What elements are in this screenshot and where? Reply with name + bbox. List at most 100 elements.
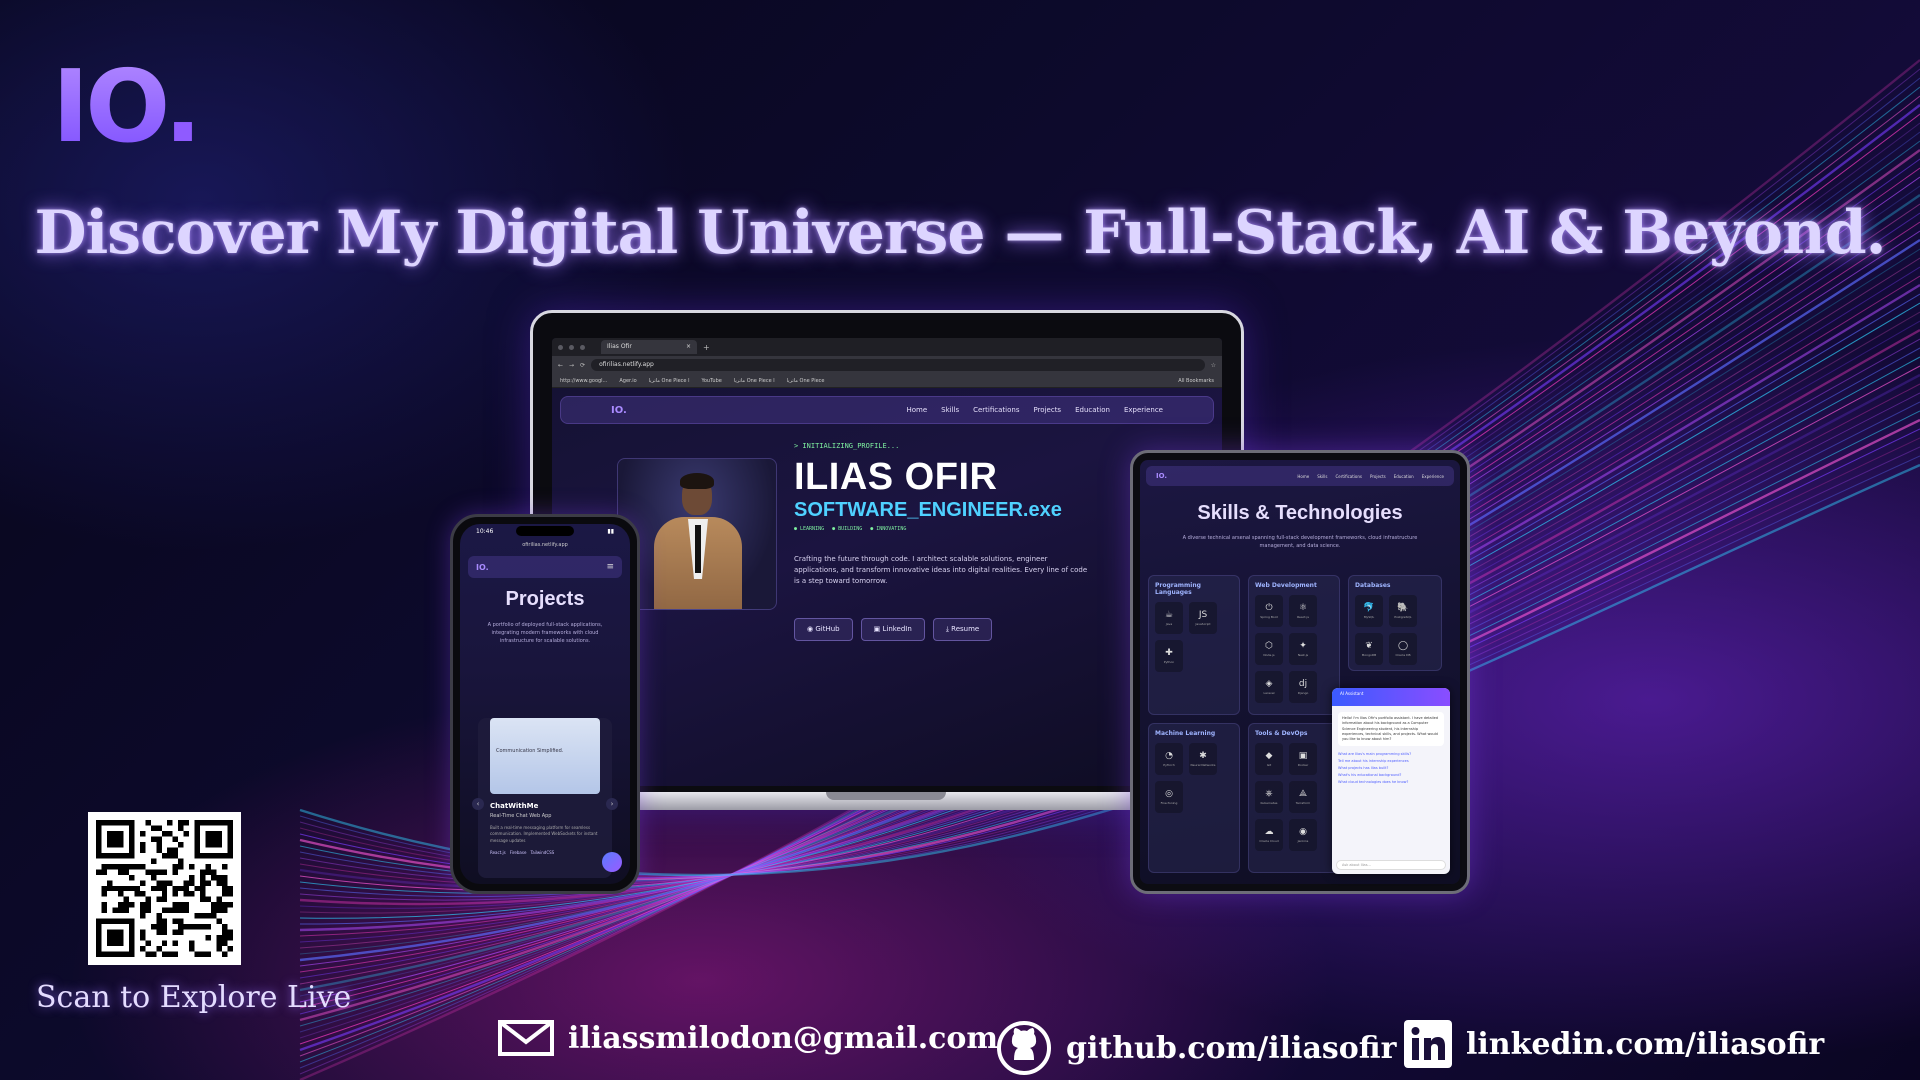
nav-skills[interactable]: Skills — [941, 406, 959, 414]
nav-education[interactable]: Education — [1075, 406, 1110, 414]
battery-icon: ▮▮ — [607, 528, 614, 535]
nav-certifications[interactable]: Certifications — [973, 406, 1019, 414]
skill-icon: ◆ Git — [1255, 743, 1283, 776]
skill-icon: ☁ Oracle Cloud — [1255, 819, 1283, 852]
browser-address-bar: ← → ⟳ ofirilias.netlify.app ☆ — [552, 356, 1222, 374]
qr-label: Scan to Explore Live — [36, 980, 352, 1015]
skill-card-web: Web Development ⏻ Spring Boot ⚛ React.js ⬡ No… — [1248, 575, 1340, 715]
skill-icon: JS JavaScript — [1189, 602, 1217, 635]
skill-card-databases: Databases 🐬 MySQL 🐘 PostgreSQL ❦ MongoDB ◯ Orac… — [1348, 575, 1442, 671]
site-logo[interactable]: IO. — [1156, 472, 1167, 480]
skill-icon: ✱ Neural Networks — [1189, 743, 1217, 776]
site-logo[interactable]: IO. — [476, 563, 489, 572]
phone-notch — [516, 526, 574, 536]
skills-title: Skills & Technologies — [1197, 502, 1403, 524]
reload-icon[interactable]: ⟳ — [580, 362, 585, 369]
bookmark-item[interactable]: Ager.io — [619, 378, 636, 384]
nav-skills[interactable]: Skills — [1317, 474, 1327, 479]
headline: Discover My Digital Universe — Full-Stac… — [34, 198, 1886, 268]
chevron-right-icon[interactable]: › — [606, 798, 618, 810]
projects-subtitle: A portfolio of deployed full-stack appli… — [487, 622, 603, 644]
skill-icon: ⏻ Spring Boot — [1255, 595, 1283, 628]
chevron-left-icon[interactable]: ‹ — [472, 798, 484, 810]
ai-chat-widget[interactable]: AI Assistant Hello! I'm Ilias Ofir's por… — [1332, 688, 1450, 874]
chat-message: Hello! I'm Ilias Ofir's portfolio assist… — [1338, 712, 1444, 747]
chat-input[interactable]: Ask about Ilias... — [1336, 860, 1446, 870]
close-icon[interactable]: × — [686, 343, 691, 351]
github-button[interactable]: ◉ GitHub — [794, 617, 853, 641]
phone-navbar: IO. ≡ — [468, 556, 622, 578]
bookmark-item[interactable]: ماتريا One Piece — [787, 378, 825, 384]
all-bookmarks[interactable]: All Bookmarks — [1178, 378, 1214, 384]
skill-icon: ✚ Python — [1155, 640, 1183, 673]
bookmark-item[interactable]: ماتريا One Piece ا — [734, 378, 775, 384]
url-field[interactable]: ofirilias.netlify.app — [591, 359, 1205, 371]
chat-suggestion[interactable]: What cloud technologies does he know? — [1338, 780, 1444, 784]
forward-icon[interactable]: → — [569, 362, 574, 369]
skill-icon: ◎ Fine-Tuning — [1155, 781, 1183, 814]
project-description: Built a real-time messaging platform for… — [490, 825, 598, 843]
project-subtitle: Real-Time Chat Web App — [490, 813, 552, 819]
chat-fab-button[interactable] — [602, 852, 622, 872]
resume-button[interactable]: ⤓ Resume — [932, 617, 993, 641]
linkedin-icon — [1404, 1020, 1452, 1068]
skill-icon: dj Django — [1289, 671, 1317, 704]
chat-suggestion[interactable]: What's his educational background? — [1338, 773, 1444, 777]
site-logo[interactable]: IO. — [611, 405, 627, 416]
back-icon[interactable]: ← — [558, 362, 563, 369]
nav-projects[interactable]: Projects — [1033, 406, 1061, 414]
skill-icon: ◈ Laravel — [1255, 671, 1283, 704]
project-name: ChatWithMe — [490, 802, 539, 810]
browser-tab[interactable]: Ilias Ofir × — [601, 340, 697, 354]
chat-suggestion[interactable]: Tell me about his internship experiences — [1338, 759, 1444, 763]
skill-icon: ◔ PyTorch — [1155, 743, 1183, 776]
hero-description: Crafting the future through code. I arch… — [794, 555, 1088, 586]
skill-icon: ⬡ Node.js — [1255, 633, 1283, 666]
bookmark-item[interactable]: ماتريا One Piece ا — [649, 378, 690, 384]
chat-suggestion[interactable]: What projects has Ilias built? — [1338, 766, 1444, 770]
skill-icon: ◯ Oracle DB — [1389, 633, 1417, 666]
mail-icon — [498, 1020, 554, 1056]
project-card[interactable]: Communication Simplified. ‹ › ChatWithMe… — [472, 718, 618, 878]
nav-projects[interactable]: Projects — [1370, 474, 1386, 479]
skill-card-languages: Programming Languages ☕ Java JS JavaScript ✚… — [1148, 575, 1240, 715]
nav-experience[interactable]: Experience — [1124, 406, 1163, 414]
skill-icon: ☕ Java — [1155, 602, 1183, 635]
nav-education[interactable]: Education — [1394, 474, 1414, 479]
chat-header: AI Assistant — [1332, 688, 1450, 706]
bookmark-item[interactable]: http://www.googl... — [560, 378, 607, 384]
nav-home[interactable]: Home — [1297, 474, 1309, 479]
laptop-screen: Ilias Ofir × + ← → ⟳ ofirilias.netlify.ap… — [552, 338, 1222, 786]
nav-home[interactable]: Home — [906, 406, 927, 414]
hero-tag: ● BUILDING — [832, 526, 863, 532]
linkedin-icon: ▣ — [873, 624, 881, 633]
chat-suggestion[interactable]: What are Ilias's main programming skills… — [1338, 752, 1444, 756]
new-tab-icon[interactable]: + — [703, 343, 710, 352]
contact-linkedin[interactable]: linkedin.com/iliasofir — [1404, 1020, 1824, 1068]
profile-photo — [617, 458, 777, 610]
contact-github[interactable]: github.com/iliasofir — [996, 1020, 1396, 1076]
hamburger-menu-icon[interactable]: ≡ — [606, 562, 614, 572]
skill-icon: ✦ Nest.js — [1289, 633, 1317, 666]
tablet-navbar: IO. Home Skills Certifications Projects … — [1146, 466, 1454, 486]
skill-icon: ⎈ Kubernetes — [1255, 781, 1283, 814]
brand-logo: IO. — [52, 48, 202, 165]
init-line: > INITIALIZING_PROFILE... — [794, 442, 900, 450]
linkedin-button[interactable]: ▣ LinkedIn — [860, 617, 925, 641]
skill-icon: ⟁ Terraform — [1289, 781, 1317, 814]
bookmarks-bar: http://www.googl... Ager.io ماتريا One P… — [552, 374, 1222, 388]
phone-url[interactable]: ofirilias.netlify.app — [460, 542, 630, 548]
nav-certifications[interactable]: Certifications — [1335, 474, 1362, 479]
phone-screen: 10:46 ▮▮ ofirilias.netlify.app IO. ≡ Proj… — [460, 524, 630, 884]
qr-code[interactable] — [88, 812, 241, 965]
project-tag: TailwindCSS — [530, 850, 555, 856]
project-tag: Firebase — [509, 850, 527, 856]
nav-experience[interactable]: Experience — [1422, 474, 1444, 479]
bookmark-item[interactable]: YouTube — [701, 378, 721, 384]
skill-card-devops: Tools & DevOps ◆ Git ▣ Docker ⎈ Kubernetes ⟁ Te… — [1248, 723, 1340, 873]
skill-card-ml: Machine Learning ◔ PyTorch ✱ Neural Network… — [1148, 723, 1240, 873]
skill-icon: ⚛ React.js — [1289, 595, 1317, 628]
star-icon[interactable]: ☆ — [1211, 362, 1216, 369]
site-navbar: IO. Home Skills Certifications Projects … — [560, 396, 1214, 424]
contact-email[interactable]: iliassmilodon@gmail.com — [498, 1020, 998, 1056]
